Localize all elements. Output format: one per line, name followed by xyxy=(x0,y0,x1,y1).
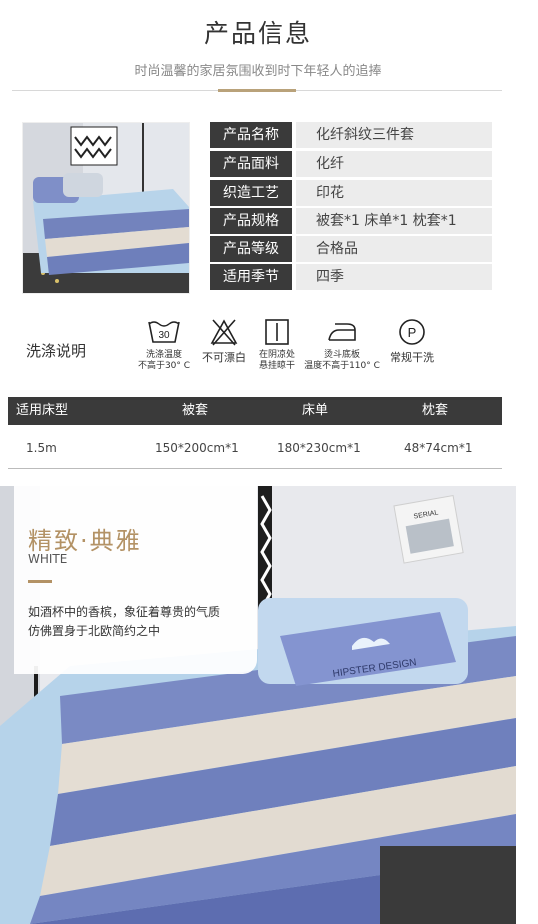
page-title: 产品信息 xyxy=(203,19,312,48)
iron-item: 烫斗底板 温度不高于110° C xyxy=(301,318,383,372)
size-header-cell: 枕套 xyxy=(422,403,449,418)
hang-dry-icon xyxy=(265,319,289,345)
info-value: 被套*1 床单*1 枕套*1 xyxy=(296,208,492,234)
wash-title: 洗涤说明 xyxy=(26,342,87,360)
info-row: 产品面料 化纤 xyxy=(210,151,492,177)
table-divider xyxy=(8,468,502,469)
wash-text: 温度不高于110° C xyxy=(304,361,380,371)
wash-text: 烫斗底板 xyxy=(323,350,360,360)
info-label: 产品名称 xyxy=(210,122,292,148)
wash-30-icon: 30 xyxy=(148,321,180,343)
dry-clean-badge-text: P xyxy=(408,325,417,340)
info-value: 化纤 xyxy=(296,151,492,177)
info-label: 适用季节 xyxy=(210,264,292,290)
size-header-cell: 床单 xyxy=(302,403,329,418)
page-subtitle: 时尚温馨的家居氛围收到时下年轻人的追捧 xyxy=(134,64,382,79)
hero-accent-bar xyxy=(28,580,52,583)
product-thumbnail xyxy=(22,122,190,294)
wash-text: 不可漂白 xyxy=(202,351,246,364)
size-cell: 180*230cm*1 xyxy=(277,441,361,455)
info-value: 化纤斜纹三件套 xyxy=(296,122,492,148)
size-header-cell: 被套 xyxy=(182,403,209,418)
dry-clean-icon: P xyxy=(399,319,425,345)
info-value: 合格品 xyxy=(296,236,492,262)
size-cell: 1.5m xyxy=(26,441,57,455)
bedding-thumbnail-illustration xyxy=(23,123,189,293)
hero-description: 如酒杯中的香槟，象征着尊贵的气质 仿佛置身于北欧简约之中 xyxy=(28,603,248,641)
size-header-cell: 适用床型 xyxy=(16,403,69,418)
divider-accent xyxy=(218,89,296,92)
info-row: 织造工艺 印花 xyxy=(210,180,492,206)
info-value: 四季 xyxy=(296,264,492,290)
hero-desc-line: 如酒杯中的香槟，象征着尊贵的气质 xyxy=(28,605,221,619)
no-bleach-icon xyxy=(210,319,238,346)
no-bleach-item: 不可漂白 xyxy=(196,318,252,363)
info-row: 产品名称 化纤斜纹三件套 xyxy=(210,122,492,148)
iron-icon xyxy=(328,323,356,341)
wash-text: 洗涤温度 xyxy=(145,350,182,360)
info-row: 产品规格 被套*1 床单*1 枕套*1 xyxy=(210,208,492,234)
info-label: 织造工艺 xyxy=(210,180,292,206)
dry-clean-item: P 常规干洗 xyxy=(384,318,440,363)
wash-text: 不高于30° C xyxy=(137,361,191,371)
info-label: 产品等级 xyxy=(210,236,292,262)
hero-subtitle: WHITE xyxy=(28,552,68,566)
wash-badge-text: 30 xyxy=(158,330,170,341)
wash-text: 在阴凉处 xyxy=(258,350,295,360)
info-label: 产品规格 xyxy=(210,208,292,234)
info-row: 适用季节 四季 xyxy=(210,264,492,290)
info-value: 印花 xyxy=(296,180,492,206)
hero-desc-line: 仿佛置身于北欧简约之中 xyxy=(28,624,161,638)
info-label: 产品面料 xyxy=(210,151,292,177)
wash-text: 悬挂晾干 xyxy=(258,361,295,371)
size-table-header: 适用床型 被套 床单 枕套 xyxy=(8,397,502,425)
wash-30-item: 30 洗涤温度 不高于30° C xyxy=(134,318,194,372)
size-cell: 150*200cm*1 xyxy=(155,441,239,455)
size-cell: 48*74cm*1 xyxy=(404,441,473,455)
wash-text: 常规干洗 xyxy=(390,351,434,364)
hang-dry-item: 在阴凉处 悬挂晾干 xyxy=(254,318,300,372)
hero-title: 精致·典雅 xyxy=(28,527,142,555)
info-row: 产品等级 合格品 xyxy=(210,236,492,262)
